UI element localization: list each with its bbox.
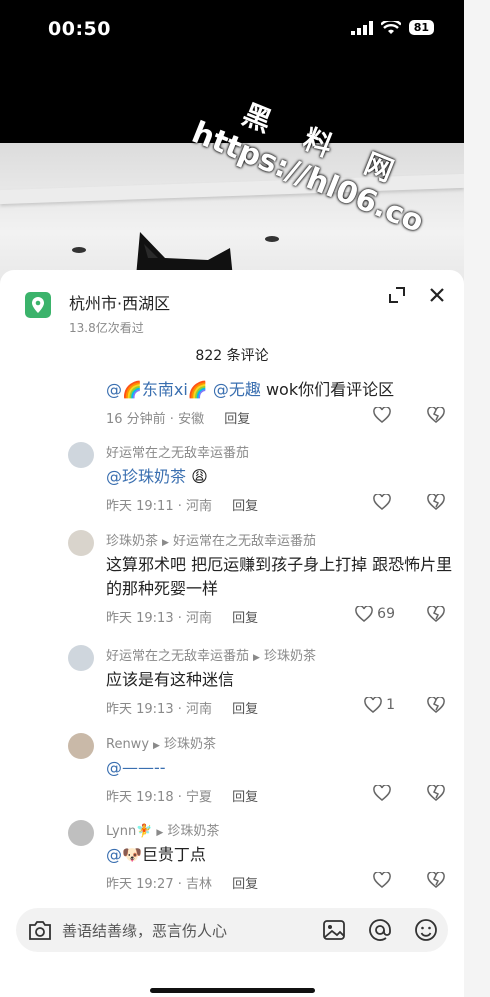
comment-author[interactable]: Renwy <box>106 737 149 752</box>
comments-count: 822 条评论 <box>195 348 269 364</box>
location-title: 杭州市·西湖区 <box>69 294 171 313</box>
reply-button[interactable]: 回复 <box>224 412 250 427</box>
ceiling-light <box>265 236 279 242</box>
battery-indicator: 81 <box>408 20 434 35</box>
comment-item[interactable]: Lynn🧚 ▶ 珍珠奶茶 @🐶巨贵丁点 昨天 19:27 · 吉林 回复 <box>68 820 457 893</box>
comment-sheet: 杭州市·西湖区 13.8亿次看过 822 条评论 @🌈东南xi🌈 @无趣 wok… <box>0 270 464 997</box>
like-button[interactable] <box>373 407 395 423</box>
comment-input-bar: 善语结善缘，恶言伤人心 <box>0 908 464 997</box>
comment-item[interactable]: @🌈东南xi🌈 @无趣 wok你们看评论区 16 分钟前 · 安徽 回复 <box>72 378 457 428</box>
comment-time: 昨天 19:18 · 宁夏 <box>106 790 212 805</box>
reply-button[interactable]: 回复 <box>232 499 258 514</box>
like-button[interactable]: 1 <box>364 697 395 713</box>
expand-icon[interactable] <box>388 286 406 304</box>
like-count: 69 <box>377 606 395 622</box>
reply-button[interactable]: 回复 <box>232 611 258 626</box>
heart-icon <box>364 697 382 713</box>
comment-input[interactable]: 善语结善缘，恶言伤人心 <box>16 908 448 952</box>
comment-item[interactable]: 好运常在之无敌幸运番茄 ▶ 珍珠奶茶 应该是有这种迷信 昨天 19:13 · 河南 … <box>68 645 457 718</box>
ceiling-light <box>72 247 86 253</box>
comment-text: 😩 <box>186 467 208 486</box>
dislike-icon[interactable] <box>427 606 445 622</box>
dislike-icon[interactable] <box>427 872 445 888</box>
status-time: 00:50 <box>48 18 111 40</box>
dislike-icon[interactable] <box>427 407 445 423</box>
avatar[interactable] <box>68 820 94 846</box>
wifi-icon <box>380 20 401 34</box>
comment-time: 昨天 19:11 · 河南 <box>106 499 212 514</box>
reply-arrow-icon: ▶ <box>253 653 260 663</box>
heart-icon <box>373 785 391 801</box>
reply-to-user[interactable]: 珍珠奶茶 <box>264 649 316 664</box>
comment-author[interactable]: 好运常在之无敌幸运番茄 <box>106 446 249 461</box>
comment-item[interactable]: 好运常在之无敌幸运番茄 @珍珠奶茶 😩 昨天 19:11 · 河南 回复 <box>68 442 457 515</box>
avatar[interactable] <box>68 645 94 671</box>
reply-button[interactable]: 回复 <box>232 702 258 717</box>
like-button[interactable] <box>373 872 395 888</box>
reply-to-user[interactable]: 好运常在之无敌幸运番茄 <box>173 534 316 549</box>
like-button[interactable] <box>373 785 395 801</box>
background-edge <box>464 0 490 997</box>
reply-arrow-icon: ▶ <box>156 828 164 838</box>
like-button[interactable] <box>373 494 395 510</box>
heart-icon <box>355 606 373 622</box>
emoji-icon[interactable] <box>414 918 438 942</box>
home-indicator[interactable] <box>150 988 315 993</box>
reply-arrow-icon: ▶ <box>153 741 160 751</box>
avatar[interactable] <box>68 442 94 468</box>
status-icons: 81 <box>350 20 434 35</box>
avatar[interactable] <box>68 733 94 759</box>
signal-icon <box>350 20 373 35</box>
heart-icon <box>373 407 391 423</box>
heart-icon <box>373 872 391 888</box>
comment-mention[interactable]: @——-- <box>106 758 166 777</box>
like-button[interactable]: 69 <box>355 606 395 622</box>
image-icon[interactable] <box>322 918 346 942</box>
comment-author[interactable]: 珍珠奶茶 <box>106 534 158 549</box>
camera-icon[interactable] <box>28 919 52 941</box>
reply-to-user[interactable]: 珍珠奶茶 <box>167 824 219 839</box>
dislike-icon[interactable] <box>427 494 445 510</box>
at-mention-icon[interactable] <box>368 918 392 942</box>
comment-time: 16 分钟前 · 安徽 <box>106 412 205 427</box>
like-count: 1 <box>386 697 395 713</box>
comment-time: 昨天 19:13 · 河南 <box>106 611 212 626</box>
reply-button[interactable]: 回复 <box>232 877 258 892</box>
dislike-icon[interactable] <box>427 697 445 713</box>
comment-item[interactable]: 珍珠奶茶 ▶ 好运常在之无敌幸运番茄 这算邪术吧 把厄运赚到孩子身上打掉 跟恐怖片里… <box>68 530 457 627</box>
comment-author[interactable]: 好运常在之无敌幸运番茄 <box>106 649 249 664</box>
comment-input-placeholder: 善语结善缘，恶言伤人心 <box>62 921 228 940</box>
location-pin-icon <box>25 292 51 318</box>
comment-text: wok你们看评论区 <box>260 380 395 399</box>
status-bar: 00:50 81 <box>0 0 464 60</box>
comment-text: 这算邪术吧 把厄运赚到孩子身上打掉 跟恐怖片里的那种死婴一样 <box>106 555 453 598</box>
comment-mention[interactable]: @🐶 <box>106 845 142 864</box>
comment-time: 昨天 19:27 · 吉林 <box>106 877 212 892</box>
reply-arrow-icon: ▶ <box>162 538 169 548</box>
comment-author[interactable]: Lynn🧚 <box>106 824 152 839</box>
reply-to-user[interactable]: 珍珠奶茶 <box>164 737 216 752</box>
location-views: 13.8亿次看过 <box>69 321 144 335</box>
comment-mention[interactable]: @珍珠奶茶 <box>106 467 186 486</box>
heart-icon <box>373 494 391 510</box>
comment-mention[interactable]: @🌈东南xi🌈 @无趣 <box>106 380 261 399</box>
comment-text: 巨贵丁点 <box>141 845 206 864</box>
comment-text: 应该是有这种迷信 <box>106 670 235 689</box>
comment-time: 昨天 19:13 · 河南 <box>106 702 212 717</box>
avatar[interactable] <box>68 530 94 556</box>
location-header[interactable]: 杭州市·西湖区 13.8亿次看过 <box>25 290 170 336</box>
reply-button[interactable]: 回复 <box>232 790 258 805</box>
dislike-icon[interactable] <box>427 785 445 801</box>
close-icon[interactable] <box>428 286 446 304</box>
comment-item[interactable]: Renwy ▶ 珍珠奶茶 @——-- 昨天 19:18 · 宁夏 回复 <box>68 733 457 806</box>
